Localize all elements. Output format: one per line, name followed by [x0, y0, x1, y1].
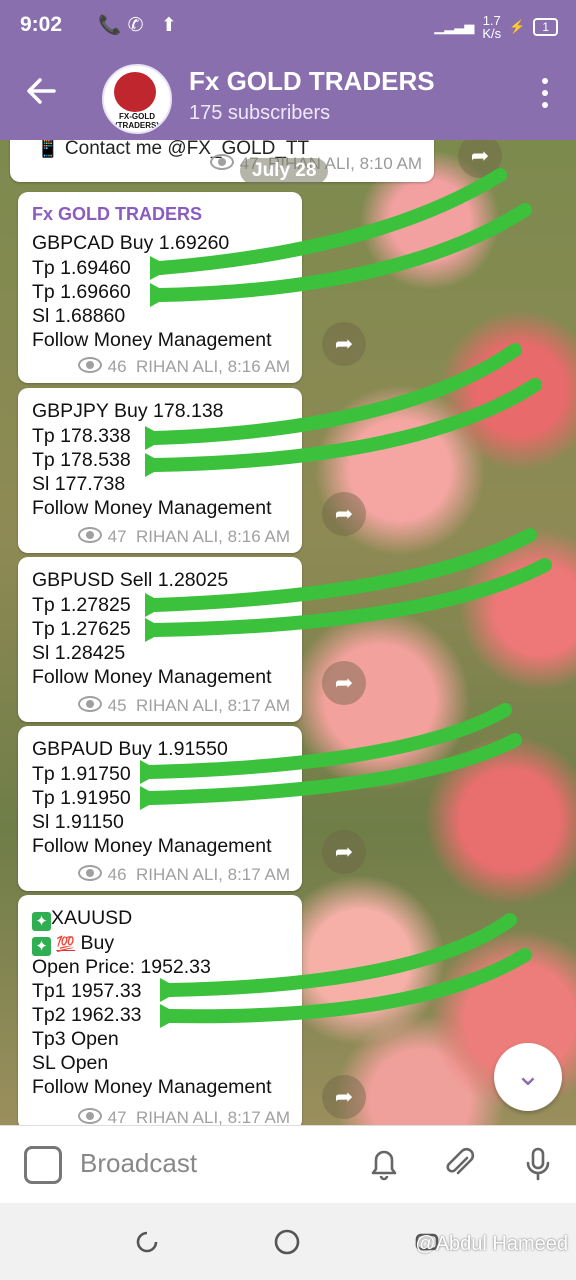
broadcast-input[interactable]: Broadcast [80, 1148, 197, 1179]
system-nav-bar: @Abdul Hameed [0, 1203, 576, 1280]
speed-indicator: 1.7 K/s [482, 14, 501, 40]
subscriber-count: 175 subscribers [189, 102, 331, 124]
chat-area[interactable]: 📱 Contact me @FX_GOLD_TT 47 RIHAN ALI, 8… [0, 140, 576, 1125]
highlight-arrows [140, 168, 552, 1028]
broadcast-composer: Broadcast [0, 1125, 576, 1204]
charging-icon: ⚡ [509, 19, 526, 34]
status-time: 9:02 [20, 13, 63, 36]
scroll-to-bottom-button[interactable]: ⌄ [494, 1043, 562, 1111]
chevron-down-icon: ⌄ [515, 1059, 541, 1092]
status-bar: 9:02 📞✆ ⬆ ▁▂▃▅ 1.7 K/s ⚡ 1 [0, 0, 576, 52]
recents-icon[interactable] [134, 1229, 160, 1255]
watermark: @Abdul Hameed [415, 1233, 568, 1255]
back-arrow-icon[interactable] [24, 74, 64, 114]
home-icon[interactable] [274, 1229, 300, 1255]
channel-header: FX-GOLD (TRADERS) Fx GOLD TRADERS 175 su… [0, 52, 576, 140]
bull-logo-icon [114, 72, 156, 112]
speed-unit: K/s [482, 26, 502, 41]
more-options-icon[interactable] [540, 78, 550, 112]
highlight-arrow [153, 203, 532, 302]
microphone-icon[interactable] [520, 1146, 556, 1182]
channel-avatar[interactable]: FX-GOLD (TRADERS) [102, 64, 172, 134]
battery-icon: 1 [533, 18, 558, 36]
avatar-logo-text: FX-GOLD (TRADERS) [115, 112, 159, 130]
attach-icon[interactable] [442, 1146, 478, 1182]
status-right: ▁▂▃▅ 1.7 K/s ⚡ 1 [434, 14, 558, 40]
signal-icon: ▁▂▃▅ [434, 19, 475, 34]
call-whatsapp-upload-icons: 📞✆ ⬆ [98, 15, 183, 36]
highlight-arrow [148, 378, 542, 472]
sticker-icon[interactable] [24, 1146, 62, 1184]
bell-icon[interactable] [366, 1146, 402, 1182]
channel-title[interactable]: Fx GOLD TRADERS [189, 66, 435, 97]
